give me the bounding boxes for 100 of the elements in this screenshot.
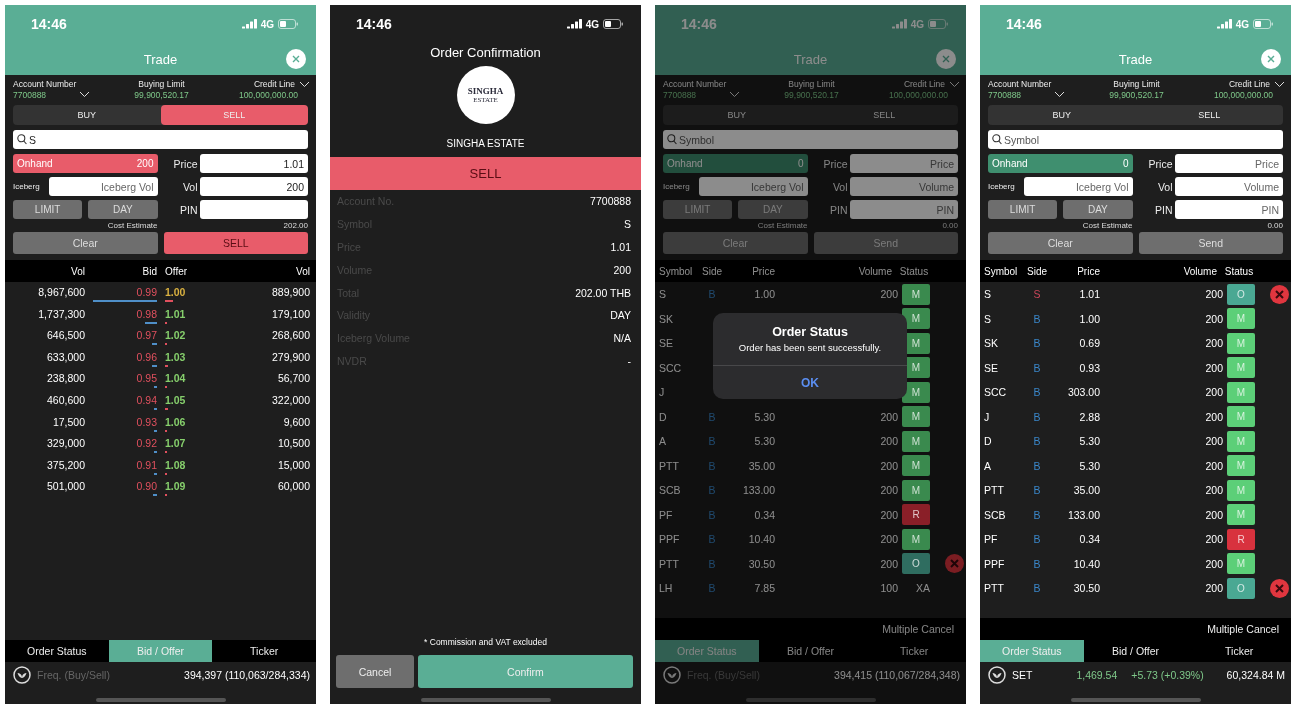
pin-label: PIN: [179, 203, 198, 216]
iceberg-field[interactable]: Iceberg Vol: [1024, 177, 1133, 196]
status-badge: M: [1227, 332, 1255, 354]
status-cell-text: XA: [915, 582, 930, 595]
symbol-cell-text: SCB: [659, 484, 682, 497]
side-tab[interactable]: BUY: [13, 105, 161, 125]
iceberg-field[interactable]: Iceberg Vol: [49, 177, 158, 196]
buying-limit-label: Buying Limit: [1113, 79, 1160, 89]
status-badge: R: [902, 504, 930, 526]
side-tab[interactable]: BUY: [988, 105, 1136, 125]
bid-price: 0.99: [136, 286, 157, 298]
account-number: 7700888: [663, 90, 697, 100]
bid-volume: 238,800: [46, 372, 85, 385]
price-cell-text: 5.30: [753, 410, 775, 423]
onhand-value: 0: [797, 158, 804, 169]
order-type-button[interactable]: LIMIT: [663, 200, 733, 219]
volume-field[interactable]: Volume: [1174, 177, 1283, 196]
index-volume: 60,324.84 M: [1226, 669, 1285, 681]
search-field[interactable]: S: [13, 130, 308, 149]
search-field[interactable]: Symbol: [663, 130, 958, 149]
order-type-button[interactable]: DAY: [88, 200, 158, 219]
volume-field[interactable]: 200: [199, 177, 308, 196]
offer-volume: 279,900: [271, 350, 310, 363]
order-type-button[interactable]: DAY: [738, 200, 808, 219]
volume-cell-text: 200: [1204, 459, 1223, 472]
symbol-cell-text: PF: [984, 533, 999, 546]
volume-bar: [165, 407, 168, 410]
side-tab[interactable]: SELL: [810, 105, 958, 125]
chevron-down-icon[interactable]: [1274, 80, 1285, 88]
order-type-button[interactable]: LIMIT: [13, 200, 83, 219]
side-tab[interactable]: SELL: [160, 105, 308, 125]
symbol-cell-text: SK: [984, 337, 999, 350]
price-cell-text: 1.00: [1078, 312, 1100, 325]
volume-label: Vol: [1156, 180, 1173, 193]
chevron-down-icon[interactable]: [299, 80, 310, 88]
order-type-button[interactable]: LIMIT: [988, 200, 1058, 219]
ok-button[interactable]: OK: [713, 365, 907, 399]
price-cell-text: 30.50: [747, 557, 775, 570]
bid-price: 0.92: [136, 437, 157, 450]
close-button[interactable]: [936, 49, 956, 69]
cancel-button[interactable]: Cancel: [336, 655, 414, 688]
submit-button[interactable]: Send: [813, 232, 958, 254]
iceberg-field[interactable]: Iceberg Vol: [699, 177, 808, 196]
cost-estimate-value: 202.00: [282, 221, 308, 230]
volume-cell-text: 200: [1204, 312, 1223, 325]
bid-price: 0.93: [136, 415, 157, 428]
clear-button[interactable]: Clear: [663, 232, 808, 254]
screen-title: Trade: [143, 51, 178, 67]
side-tab[interactable]: SELL: [1135, 105, 1283, 125]
offer-price: 1.07: [165, 437, 186, 450]
pin-field[interactable]: PIN: [1174, 200, 1283, 219]
close-button[interactable]: [286, 49, 306, 69]
bid-volume: 633,000: [46, 350, 85, 363]
submit-button[interactable]: SELL: [163, 232, 308, 254]
column-header: Vol: [70, 265, 85, 277]
credit-line-value: 100,000,000.00: [888, 90, 948, 100]
onhand-value: 200: [136, 158, 154, 169]
clear-button[interactable]: Clear: [13, 232, 158, 254]
volume-bar: [154, 386, 157, 389]
side-cell: B: [708, 288, 716, 301]
buying-limit-value: 99,900,520.17: [134, 90, 189, 100]
status-badge: M: [1227, 406, 1255, 428]
cancel-icon[interactable]: [1269, 578, 1289, 598]
clock-time: 14:46: [1006, 16, 1042, 32]
credit-line-value: 100,000,000.00: [238, 90, 298, 100]
bottom-tab[interactable]: Order Status: [980, 640, 1084, 662]
status-badge: M: [902, 406, 930, 428]
volume-bar: [153, 407, 157, 410]
clock-time: 14:46: [681, 16, 717, 32]
clear-button[interactable]: Clear: [988, 232, 1133, 254]
symbol-cell-text: A: [659, 435, 667, 448]
bottom-tab[interactable]: Bid / Offer: [108, 640, 213, 662]
side-cell: B: [708, 435, 716, 448]
side-tab[interactable]: BUY: [663, 105, 811, 125]
status-badge: M: [902, 430, 930, 452]
cancel-icon[interactable]: [1269, 284, 1289, 304]
price-cell-text: 5.30: [1078, 459, 1100, 472]
order-type-button[interactable]: DAY: [1063, 200, 1133, 219]
submit-button[interactable]: Send: [1138, 232, 1283, 254]
confirm-button[interactable]: Confirm: [418, 655, 633, 688]
pin-field[interactable]: PIN: [849, 200, 958, 219]
iceberg-label: Iceberg: [13, 182, 41, 191]
close-button[interactable]: [1261, 49, 1281, 69]
chevron-down-icon[interactable]: [1054, 91, 1065, 98]
price-field[interactable]: Price: [849, 154, 958, 173]
side-cell: B: [1033, 410, 1041, 423]
emblem-icon: [663, 666, 681, 684]
volume-bar: [165, 343, 168, 346]
search-field[interactable]: Symbol: [988, 130, 1283, 149]
volume-field[interactable]: Volume: [849, 177, 958, 196]
price-field[interactable]: 1.01: [199, 154, 308, 173]
volume-cell-text: 200: [1204, 386, 1223, 399]
cost-estimate-value: 0.00: [941, 221, 958, 230]
signal-icon: [566, 19, 582, 29]
pin-field[interactable]: [199, 200, 308, 219]
onhand-label: Onhand: [667, 158, 703, 169]
index-value: 1,469.54: [1076, 669, 1118, 681]
price-field[interactable]: Price: [1174, 154, 1283, 173]
status-badge: M: [1227, 455, 1255, 477]
chevron-down-icon[interactable]: [79, 91, 90, 98]
